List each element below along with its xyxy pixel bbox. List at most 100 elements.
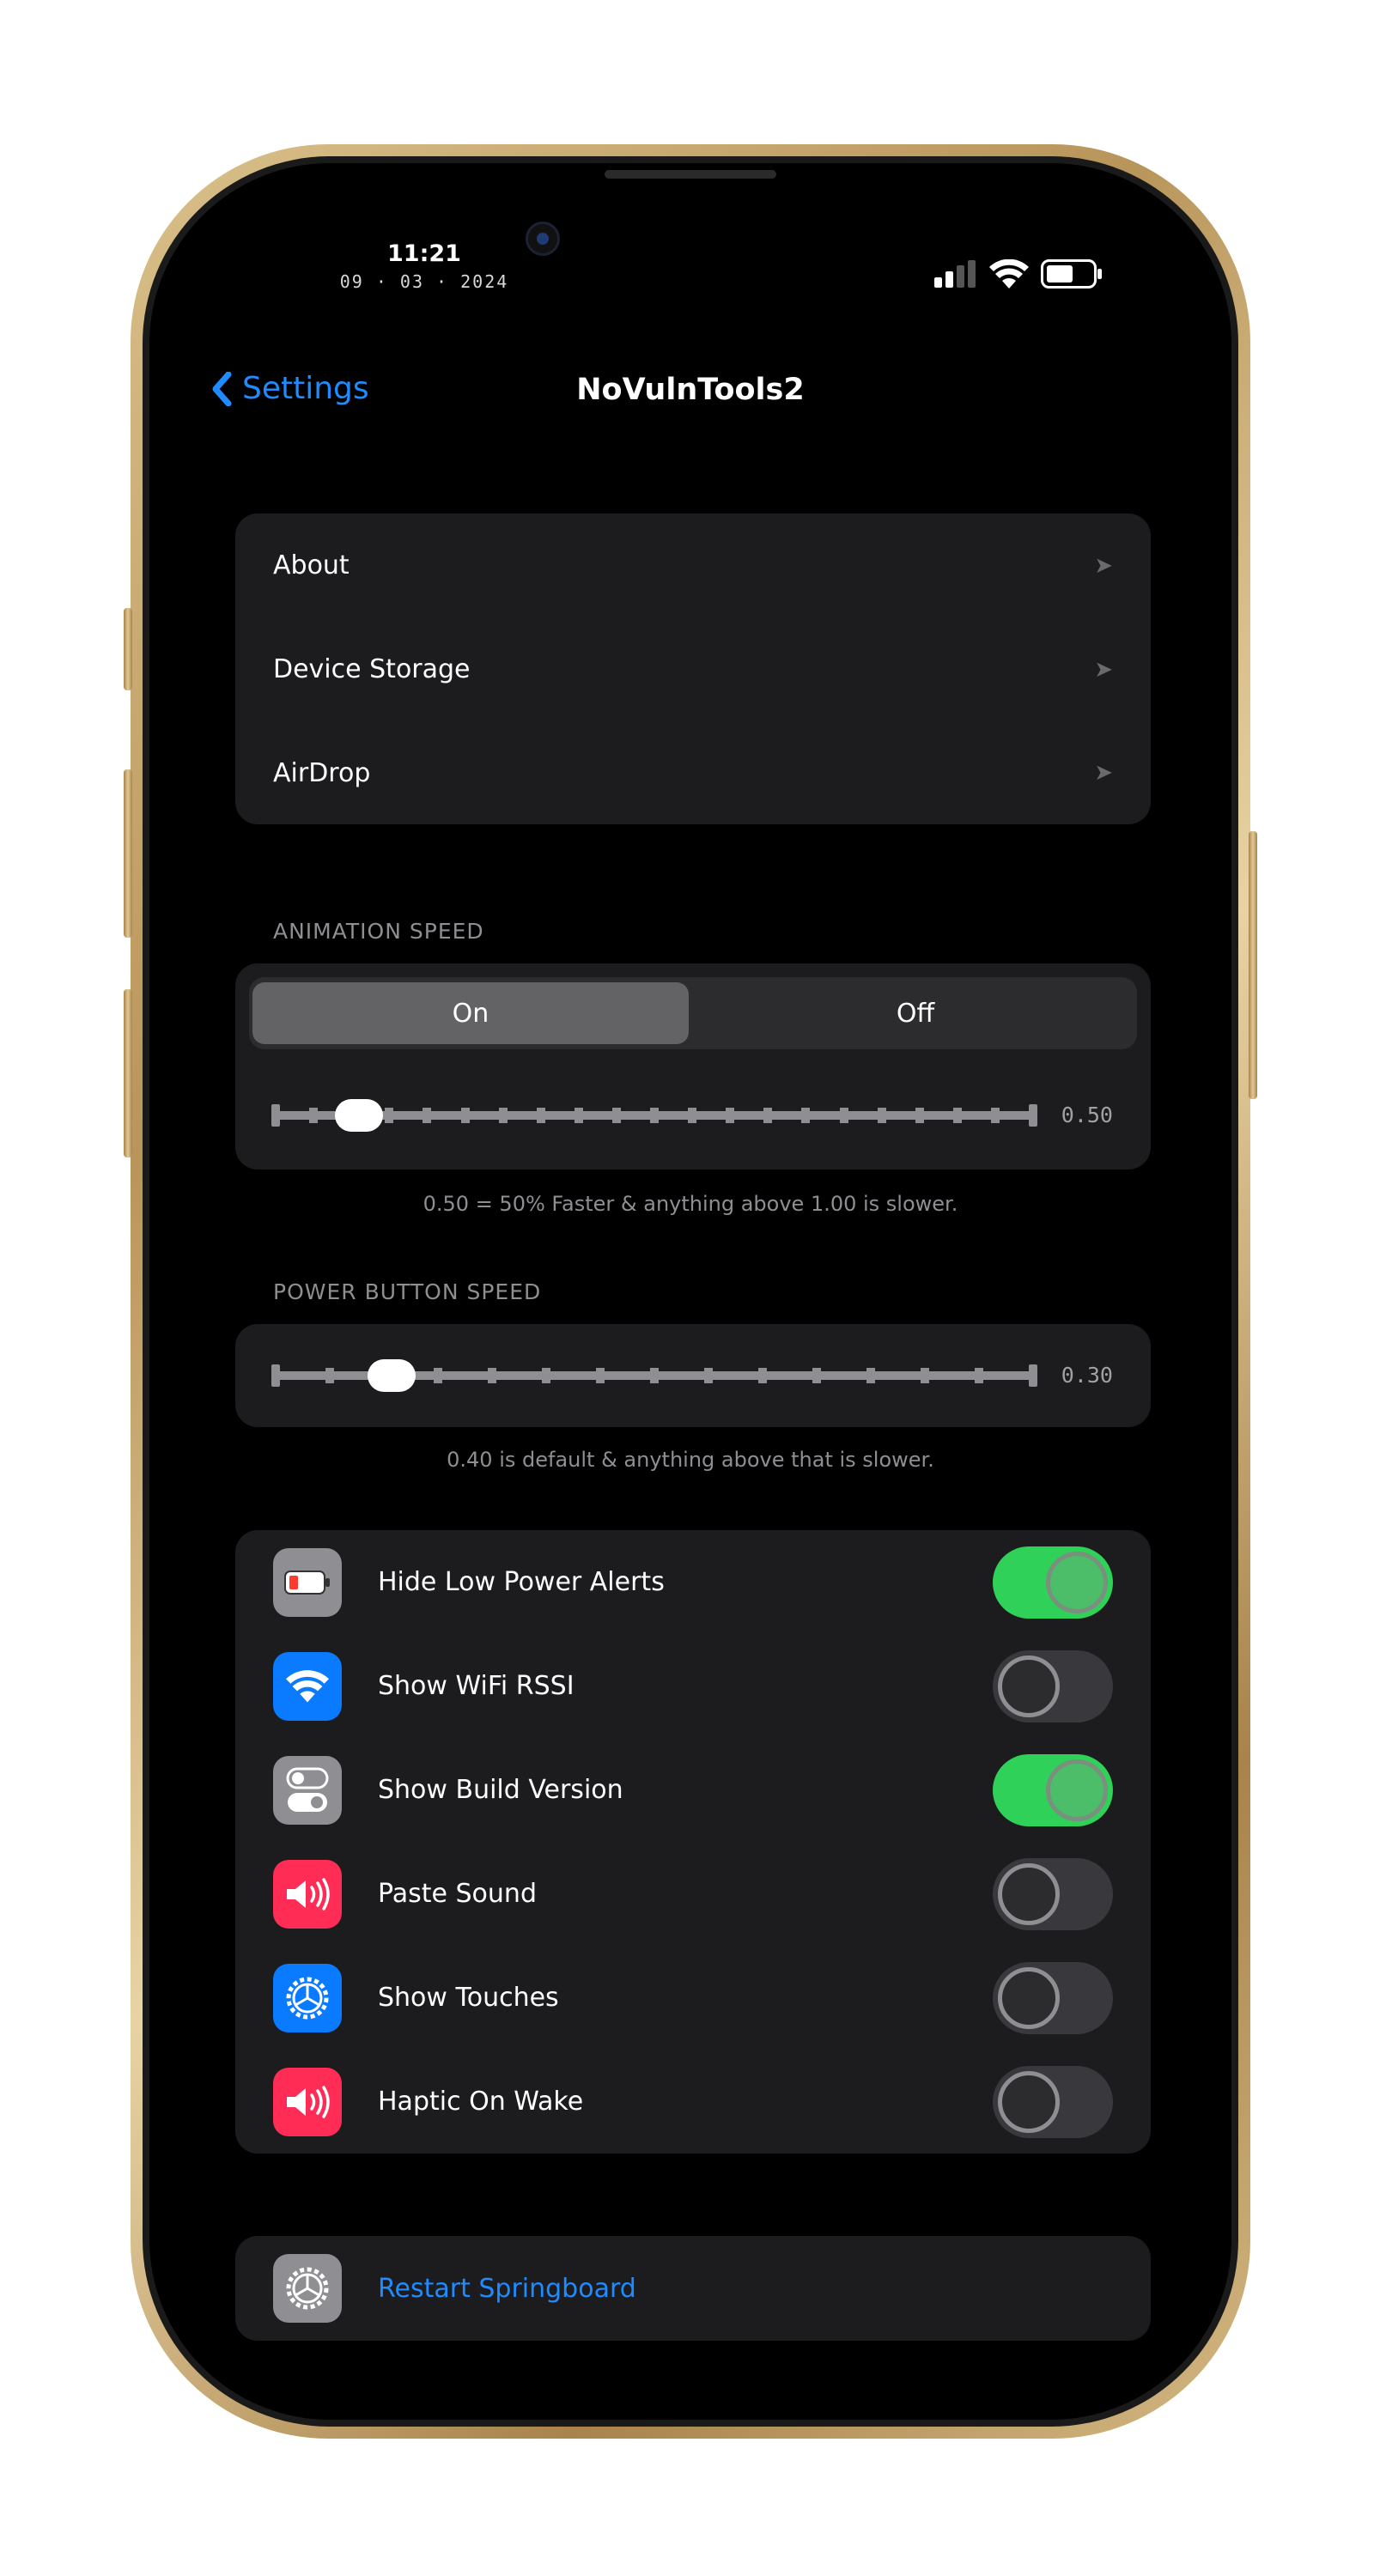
slider-tick — [953, 1108, 962, 1123]
link-label: Device Storage — [273, 654, 471, 684]
link-airdrop[interactable]: AirDrop ➤ — [235, 721, 1151, 824]
power-button-speed-footnote: 0.40 is default & anything above that is… — [447, 1448, 934, 1472]
link-about[interactable]: About ➤ — [235, 513, 1151, 617]
toggle-label: Hide Low Power Alerts — [378, 1567, 665, 1597]
slider-tick — [921, 1368, 929, 1383]
slider-tick — [596, 1368, 605, 1383]
power-button-speed-header: POWER BUTTON SPEED — [273, 1279, 542, 1304]
segment-on[interactable]: On — [252, 982, 689, 1044]
slider-end-cap — [1029, 1364, 1037, 1387]
chevron-right-icon: ➤ — [1094, 552, 1113, 579]
animation-speed-footnote: 0.50 = 50% Faster & anything above 1.00 … — [423, 1192, 958, 1216]
slider-end-cap — [271, 1104, 280, 1127]
slider-thumb[interactable] — [368, 1359, 416, 1392]
slider-tick — [575, 1108, 583, 1123]
restart-group: Restart Springboard — [235, 2236, 1151, 2341]
toggle-label: Show Touches — [378, 1983, 559, 2013]
segment-off[interactable]: Off — [697, 982, 1134, 1044]
earpiece-speaker — [605, 170, 776, 179]
toggle-knob — [998, 1655, 1060, 1717]
link-label: AirDrop — [273, 757, 371, 788]
animation-speed-value: 0.50 — [1061, 1103, 1113, 1127]
battery-icon — [273, 1547, 342, 1617]
slider-tick — [650, 1368, 659, 1383]
gear-icon — [273, 1963, 342, 2032]
toggles-group: Hide Low Power Alerts Show WiFi RSSI Sho… — [235, 1530, 1151, 2154]
slider-tick — [801, 1108, 810, 1123]
front-camera — [526, 222, 560, 256]
show-build-version-toggle[interactable] — [993, 1753, 1113, 1826]
slider-tick — [537, 1108, 545, 1123]
slider-tick — [915, 1108, 924, 1123]
battery-status-icon — [1041, 259, 1102, 289]
wifi-icon — [273, 1651, 342, 1721]
haptic-on-wake-toggle[interactable] — [993, 2065, 1113, 2138]
slider-tick — [488, 1368, 496, 1383]
show-wifi-rssi-toggle[interactable] — [993, 1649, 1113, 1722]
toggle-row-haptic-on-wake: Haptic On Wake — [235, 2050, 1151, 2154]
animation-speed-header: ANIMATION SPEED — [273, 919, 484, 944]
volume-up-button — [124, 769, 132, 938]
toggle-row-show-build-version: Show Build Version — [235, 1738, 1151, 1842]
animation-segmented-control: On Off — [249, 977, 1137, 1049]
toggle-label: Paste Sound — [378, 1879, 537, 1909]
link-device-storage[interactable]: Device Storage ➤ — [235, 617, 1151, 721]
status-time: 11:21 — [387, 240, 461, 267]
slider-thumb[interactable] — [335, 1099, 383, 1132]
cellular-signal-icon — [934, 260, 976, 288]
slider-tick — [840, 1108, 848, 1123]
screen: 11:21 09 · 03 · 2024 Settings NoVulnTool… — [149, 163, 1231, 2420]
slider-tick — [499, 1108, 508, 1123]
toggle-knob — [998, 1862, 1060, 1925]
status-date: 09 · 03 · 2024 — [339, 271, 509, 292]
slider-tick — [309, 1108, 318, 1123]
toggle-label: Haptic On Wake — [378, 2087, 584, 2117]
phone-bezel: 11:21 09 · 03 · 2024 Settings NoVulnTool… — [143, 156, 1238, 2427]
slider-tick — [650, 1108, 659, 1123]
slider-tick — [434, 1368, 442, 1383]
slider-tick — [612, 1108, 621, 1123]
slider-tick — [878, 1108, 886, 1123]
paste-sound-toggle[interactable] — [993, 1857, 1113, 1930]
phone-frame: 11:21 09 · 03 · 2024 Settings NoVulnTool… — [124, 144, 1257, 2439]
toggle-knob — [998, 1966, 1060, 2029]
speaker-icon — [273, 2067, 342, 2136]
slider-tick — [542, 1368, 550, 1383]
power-button-speed-slider[interactable] — [271, 1359, 1037, 1392]
slider-tick — [866, 1368, 875, 1383]
toggle-row-paste-sound: Paste Sound — [235, 1842, 1151, 1946]
animation-speed-slider[interactable] — [271, 1099, 1037, 1132]
slider-tick — [688, 1108, 696, 1123]
status-indicators — [934, 259, 1103, 289]
toggle-label: Show WiFi RSSI — [378, 1671, 575, 1701]
restart-springboard-button[interactable]: Restart Springboard — [235, 2236, 1151, 2341]
slider-tick — [461, 1108, 470, 1123]
slider-tick — [423, 1108, 431, 1123]
power-button — [1249, 831, 1257, 1099]
volume-down-button — [124, 989, 132, 1157]
toggle-row-show-wifi-rssi: Show WiFi RSSI — [235, 1634, 1151, 1738]
link-label: About — [273, 550, 350, 580]
slider-end-cap — [1029, 1104, 1037, 1127]
slider-end-cap — [271, 1364, 280, 1387]
wifi-icon — [989, 259, 1029, 289]
slider-tick — [325, 1368, 334, 1383]
switches-icon — [273, 1755, 342, 1825]
action-button — [124, 608, 132, 690]
hide-low-power-alerts-toggle[interactable] — [993, 1546, 1113, 1619]
chevron-right-icon: ➤ — [1094, 760, 1113, 786]
speaker-icon — [273, 1859, 342, 1929]
slider-tick — [812, 1368, 821, 1383]
toggle-row-hide-low-power-alerts: Hide Low Power Alerts — [235, 1530, 1151, 1634]
toggle-row-show-touches: Show Touches — [235, 1946, 1151, 2050]
slider-tick — [975, 1368, 983, 1383]
gear-icon — [273, 2254, 342, 2323]
power-button-speed-value: 0.30 — [1061, 1363, 1113, 1388]
slider-tick — [385, 1108, 393, 1123]
slider-tick — [726, 1108, 734, 1123]
slider-tick — [758, 1368, 767, 1383]
slider-tick — [763, 1108, 772, 1123]
toggle-knob — [1046, 1759, 1108, 1821]
show-touches-toggle[interactable] — [993, 1961, 1113, 2034]
slider-tick — [704, 1368, 713, 1383]
